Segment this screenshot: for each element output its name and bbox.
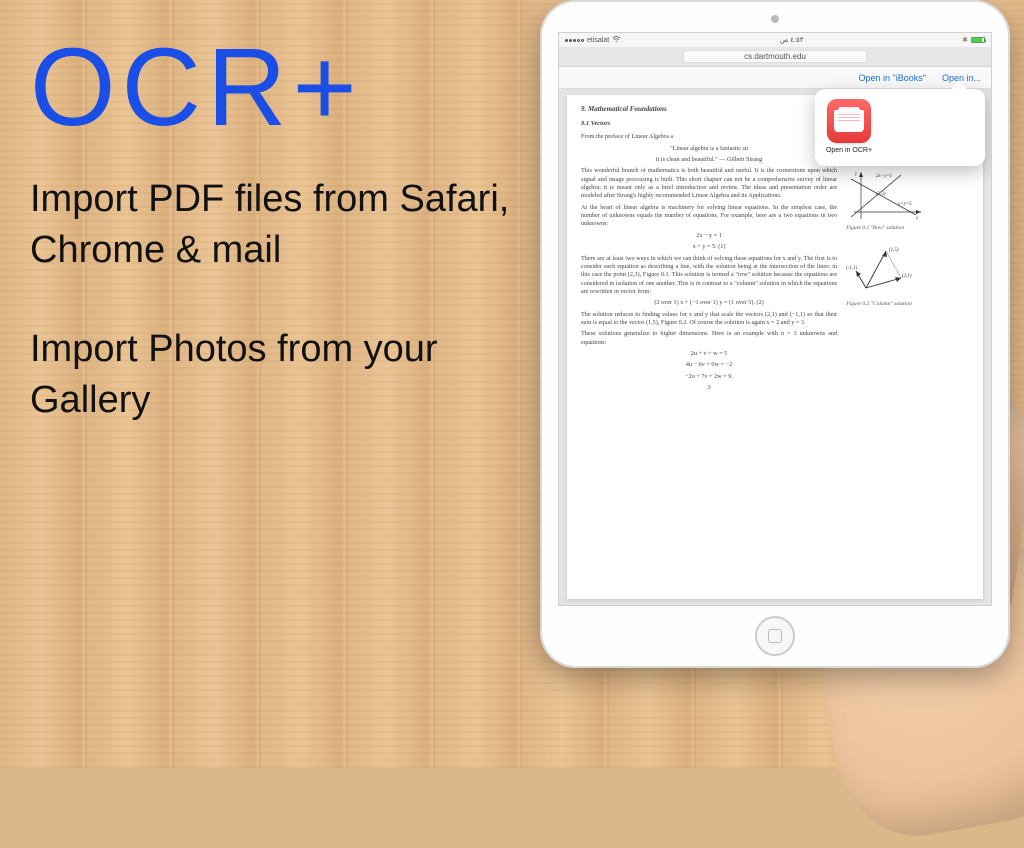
browser-url-bar[interactable]: cs.dartmouth.edu: [559, 47, 991, 67]
ocr-plus-app-icon: [827, 99, 871, 143]
figure-row-solution: 2x−y=1 x+y=5 (2,3) x y: [846, 167, 926, 222]
figure-column-solution: (1,5) (2,1) (-1,1): [846, 243, 926, 298]
doc-quote-1: "Linear algebra is a fantastic su: [581, 145, 837, 153]
browser-action-bar: Open in "iBooks" Open in...: [559, 67, 991, 89]
battery-icon: [971, 37, 985, 43]
svg-text:2x−y=1: 2x−y=1: [876, 174, 892, 179]
share-sheet-popover: Open in OCR+: [815, 89, 985, 166]
doc-eq-2: (2 over 1) x + (−1 over 1) y = (1 over 5…: [581, 299, 837, 307]
signal-dots-icon: [565, 39, 584, 42]
doc-quote-2: it is clean and beautiful." — Gilbert St…: [581, 156, 837, 164]
doc-eq-1b: x + y = 5. (1): [581, 243, 837, 251]
url-text: cs.dartmouth.edu: [683, 50, 867, 63]
doc-chapter: 9. Mathematical Foundations: [581, 105, 837, 114]
doc-section: 9.1 Vectors: [581, 120, 837, 129]
doc-para-3: There are at least two ways in which we …: [581, 255, 837, 297]
figure-2-caption: Figure 0.2 "Column" solution: [846, 301, 971, 308]
doc-para-5: These solutions generalize to higher dim…: [581, 330, 837, 347]
doc-eq-1a: 2x − y = 1: [581, 232, 837, 240]
open-in-ibooks-button[interactable]: Open in "iBooks": [859, 73, 926, 83]
share-item-ocr-plus[interactable]: Open in OCR+: [823, 99, 875, 154]
doc-para-4: The solution reduces to finding values f…: [581, 311, 837, 328]
svg-text:(2,3): (2,3): [876, 192, 886, 197]
pdf-page: 9. Mathematical Foundations 9.1 Vectors …: [567, 95, 983, 599]
doc-preface: From the preface of Linear Algebra a: [581, 133, 837, 141]
app-title: OCR+: [30, 30, 550, 146]
figure-1-caption: Figure 0.1 "Row" solution: [846, 225, 971, 232]
ipad-device: etisalat ٤:٥٣ ص ✱ cs.dartmouth.edu Open …: [540, 0, 1010, 668]
doc-para-2: At the heart of linear algebra is machin…: [581, 204, 837, 229]
share-item-label: Open in OCR+: [823, 147, 875, 154]
doc-para-1: This wonderful branch of mathematics is …: [581, 167, 837, 200]
marketing-text-block: OCR+ Import PDF files from Safari, Chrom…: [30, 30, 550, 475]
document-viewport[interactable]: 9. Mathematical Foundations 9.1 Vectors …: [559, 89, 991, 605]
svg-text:y: y: [854, 172, 858, 177]
bluetooth-icon: ✱: [962, 36, 968, 44]
status-bar: etisalat ٤:٥٣ ص ✱: [559, 33, 991, 47]
svg-text:(2,1): (2,1): [902, 274, 912, 279]
carrier-label: etisalat: [587, 37, 609, 44]
wifi-icon: [612, 36, 621, 45]
marketing-subtitle-1: Import PDF files from Safari, Chrome & m…: [30, 174, 550, 277]
doc-eq-3a: 2u + v + w = 5: [581, 350, 837, 358]
status-time: ٤:٥٣ ص: [780, 36, 804, 44]
svg-text:(-1,1): (-1,1): [846, 266, 858, 271]
doc-eq-3b: 4u − 6v + 0w = −2: [581, 361, 837, 369]
doc-eq-3c: −2u + 7v + 2w = 9.: [581, 373, 837, 381]
svg-text:x+y=5: x+y=5: [897, 202, 912, 207]
home-button[interactable]: [755, 616, 795, 656]
doc-eq-3d: 3: [581, 384, 837, 392]
svg-text:(1,5): (1,5): [889, 248, 899, 253]
ipad-screen: etisalat ٤:٥٣ ص ✱ cs.dartmouth.edu Open …: [558, 32, 992, 606]
marketing-subtitle-2: Import Photos from your Gallery: [30, 324, 550, 427]
svg-text:x: x: [915, 216, 919, 221]
